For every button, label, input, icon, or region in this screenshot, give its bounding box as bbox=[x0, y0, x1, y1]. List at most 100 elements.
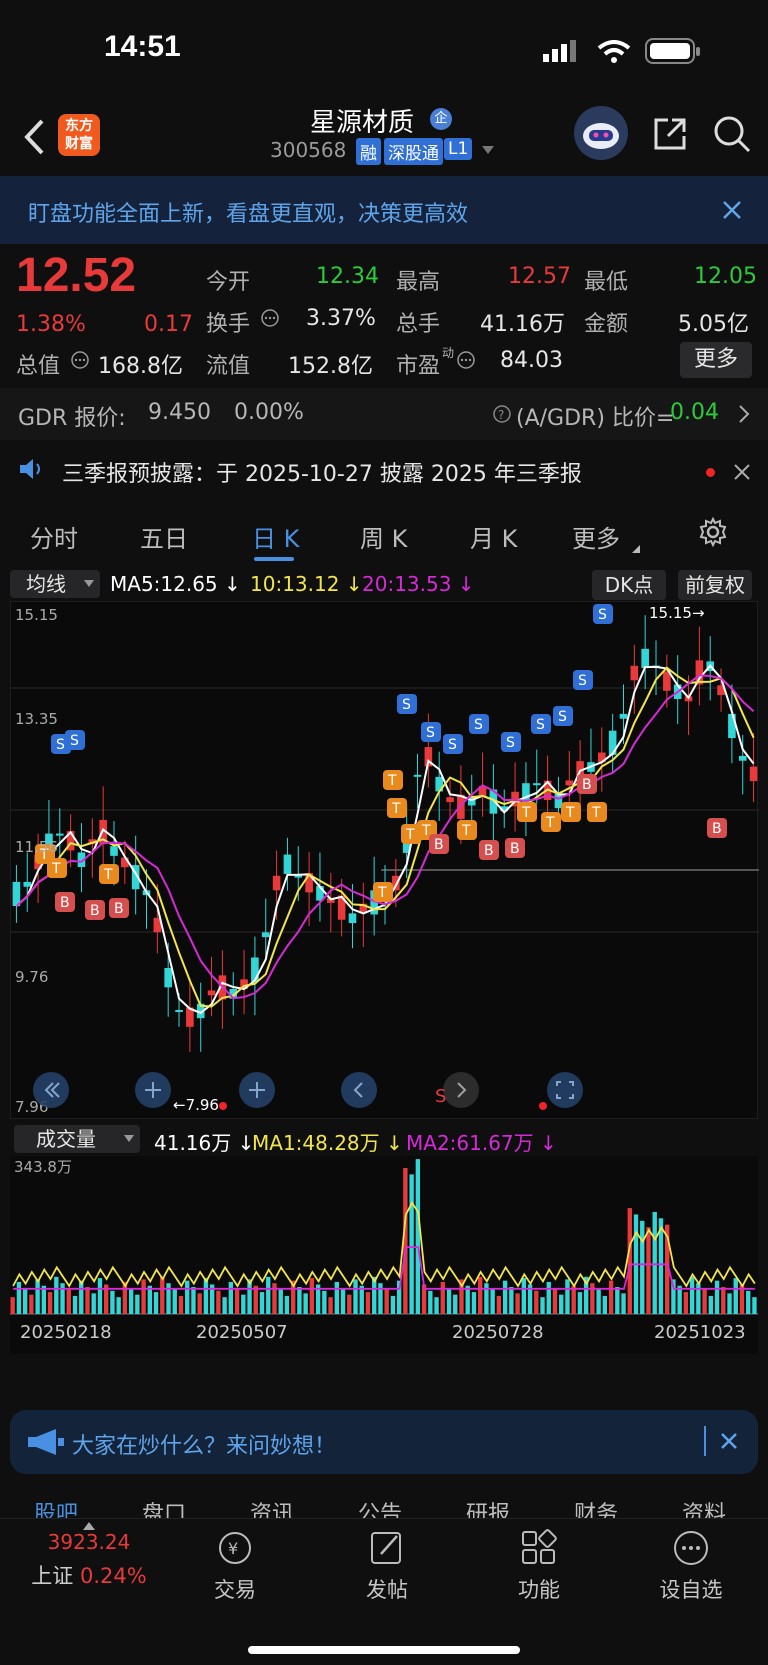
volume-bar bbox=[253, 1285, 258, 1314]
tab-more[interactable]: 更多 bbox=[572, 519, 620, 554]
signal-marker-text: T bbox=[405, 827, 415, 843]
index-ticker[interactable]: 3923.24 上证 0.24% bbox=[14, 1522, 164, 1590]
tab-five-day[interactable]: 五日 bbox=[140, 519, 188, 554]
signal-icon bbox=[543, 40, 576, 62]
volume-value: 41.16万 bbox=[480, 312, 565, 337]
volume-bar bbox=[272, 1283, 277, 1314]
candle-body bbox=[110, 846, 118, 856]
volume-bar bbox=[160, 1276, 165, 1314]
volume-bar bbox=[409, 1174, 414, 1314]
volume-bar bbox=[297, 1287, 302, 1314]
min-price-label: ←7.96 bbox=[173, 1096, 219, 1114]
subtab-forum[interactable]: 股吧 bbox=[34, 1496, 78, 1520]
signal-marker-text: B bbox=[712, 821, 722, 837]
yuan-exchange-icon: ¥ bbox=[219, 1532, 251, 1564]
tab-intraday[interactable]: 分时 bbox=[30, 519, 78, 554]
volume-bar bbox=[309, 1278, 315, 1314]
mcap-label: 总值 bbox=[16, 354, 61, 379]
volume-bar bbox=[29, 1294, 34, 1314]
volume-bar bbox=[546, 1281, 551, 1314]
subtab-announcements[interactable]: 公告 bbox=[358, 1496, 402, 1520]
more-button[interactable]: 更多 bbox=[680, 342, 752, 378]
announcement-text: 三季报预披露：于 2025-10-27 披露 2025 年三季报 bbox=[62, 462, 582, 487]
assistant-avatar[interactable] bbox=[574, 106, 628, 160]
candle-body bbox=[446, 797, 454, 803]
subtab-research[interactable]: 研报 bbox=[466, 1496, 510, 1520]
volume-bar bbox=[153, 1292, 159, 1314]
volume-bar bbox=[733, 1278, 738, 1314]
volume-indicator-row: 成交量 41.16万 ↓ MA1:48.28万 ↓ MA2:61.67万 ↓ bbox=[0, 1122, 768, 1156]
index-row: 上证 0.24% bbox=[31, 1564, 147, 1588]
adjust-button[interactable]: 前复权 bbox=[678, 570, 752, 600]
volume-chart[interactable]: 343.8万 20250218 20250507 20250728 202510… bbox=[10, 1156, 758, 1354]
chevron-right-icon[interactable] bbox=[738, 404, 750, 424]
post-button[interactable]: 发帖 bbox=[332, 1528, 442, 1604]
signal-marker-text: B bbox=[114, 901, 124, 917]
zoom-in-button[interactable] bbox=[135, 1072, 171, 1108]
add-watchlist-button[interactable]: 设自选 bbox=[636, 1528, 746, 1604]
open-value: 12.34 bbox=[316, 264, 379, 289]
app-logo[interactable]: 东方 财富 bbox=[58, 114, 100, 156]
volume-bar bbox=[116, 1297, 121, 1314]
kline-chart[interactable]: SSSSSSSSSSSTTTTTTTTTTTTTBBBBBBBB 15.15 1… bbox=[10, 601, 759, 1119]
tab-daily-k[interactable]: 日 K bbox=[252, 519, 299, 554]
subtab-finance[interactable]: 财务 bbox=[574, 1496, 618, 1520]
volume-bar bbox=[166, 1283, 171, 1314]
next-button[interactable] bbox=[443, 1072, 479, 1108]
share-icon[interactable] bbox=[652, 116, 688, 152]
info-icon[interactable] bbox=[456, 350, 476, 370]
volume-bar bbox=[35, 1279, 40, 1314]
zoom-in-button-2[interactable] bbox=[239, 1072, 275, 1108]
candle-body bbox=[738, 755, 747, 761]
volume-bar bbox=[203, 1278, 209, 1314]
info-icon[interactable] bbox=[70, 350, 90, 370]
signal-marker-text: B bbox=[60, 895, 70, 911]
gdr-row[interactable]: GDR 报价: 9.450 0.00% ? (A/GDR) 比价= 0.04 bbox=[0, 388, 768, 440]
search-icon[interactable] bbox=[712, 114, 752, 154]
close-icon[interactable] bbox=[722, 200, 742, 220]
signal-marker-text: B bbox=[582, 777, 592, 793]
volume-bar bbox=[197, 1293, 202, 1314]
tab-weekly-k[interactable]: 周 K bbox=[360, 519, 407, 554]
close-icon[interactable] bbox=[734, 464, 750, 480]
stock-name: 星源材质 bbox=[310, 108, 415, 138]
signal-marker-text: T bbox=[103, 867, 113, 883]
subtab-news[interactable]: 资讯 bbox=[250, 1496, 294, 1520]
subtab-orderbook[interactable]: 盘口 bbox=[142, 1496, 186, 1520]
trade-button[interactable]: ¥ 交易 bbox=[180, 1528, 290, 1604]
volume-bar bbox=[97, 1278, 103, 1314]
candle-body bbox=[641, 648, 649, 669]
help-icon[interactable]: ? bbox=[492, 404, 512, 424]
event-dot bbox=[219, 1102, 227, 1110]
gear-icon[interactable] bbox=[698, 517, 728, 547]
subtab-profile[interactable]: 资料 bbox=[682, 1496, 726, 1520]
max-price-label: 15.15→ bbox=[649, 604, 705, 622]
volume-bar bbox=[91, 1293, 96, 1314]
mcap-value: 168.8亿 bbox=[98, 354, 183, 379]
prev-button[interactable] bbox=[341, 1072, 377, 1108]
caret-down-icon[interactable] bbox=[482, 146, 494, 154]
rewind-button[interactable] bbox=[33, 1072, 69, 1108]
tab-monthly-k[interactable]: 月 K bbox=[470, 519, 517, 554]
info-icon[interactable] bbox=[260, 308, 280, 328]
indicator-select[interactable]: 均线 bbox=[10, 570, 100, 598]
close-icon[interactable] bbox=[720, 1432, 738, 1450]
turnover-label: 换手 bbox=[206, 312, 251, 337]
pe-label: 市盈 bbox=[396, 354, 441, 379]
announcement-bar[interactable]: 三季报预披露：于 2025-10-27 披露 2025 年三季报 bbox=[0, 442, 768, 498]
volume-bar bbox=[683, 1292, 689, 1314]
signal-marker-text: S bbox=[56, 737, 65, 753]
volume-bar bbox=[646, 1227, 651, 1314]
volume-select[interactable]: 成交量 bbox=[14, 1125, 140, 1153]
functions-button[interactable]: 功能 bbox=[484, 1528, 594, 1604]
pe-superscript: 动 bbox=[442, 346, 455, 360]
fullscreen-button[interactable] bbox=[547, 1072, 583, 1108]
ask-assistant-bar[interactable]: 大家在炒什么？来问妙想！ bbox=[10, 1410, 758, 1474]
dk-point-button[interactable]: DK点 bbox=[592, 570, 666, 600]
feature-banner[interactable]: 盯盘功能全面上新，看盘更直观，决策更高效 bbox=[0, 176, 768, 244]
signal-marker-text: S bbox=[578, 673, 587, 689]
back-icon[interactable] bbox=[22, 118, 46, 156]
turnover-value: 3.37% bbox=[306, 306, 376, 331]
volume-bar bbox=[621, 1293, 626, 1314]
volume-bar bbox=[110, 1290, 115, 1314]
